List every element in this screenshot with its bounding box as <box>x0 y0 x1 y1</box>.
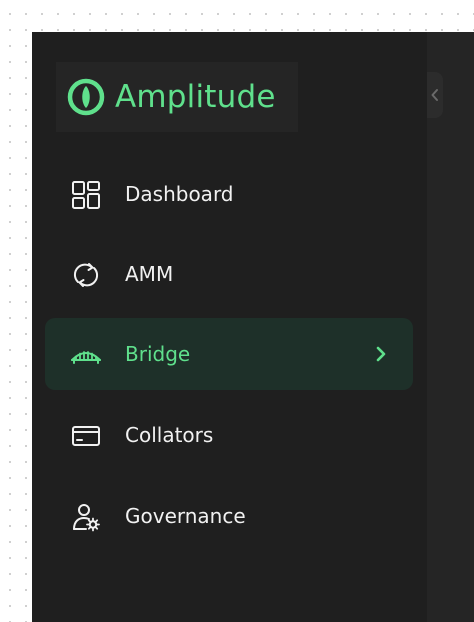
user-gear-icon <box>71 502 101 532</box>
main-content-panel <box>427 32 474 622</box>
sidebar-collapse-button[interactable] <box>427 72 443 118</box>
chevron-right-icon <box>376 346 386 362</box>
sidebar-item-bridge[interactable]: Bridge <box>45 318 413 390</box>
sidebar-item-governance[interactable]: Governance <box>45 480 413 552</box>
bridge-icon <box>71 340 101 370</box>
sidebar-item-label: Bridge <box>125 342 191 366</box>
sidebar-item-label: Collators <box>125 423 214 447</box>
app-name: Amplitude <box>115 79 276 115</box>
sidebar-item-label: AMM <box>125 262 174 286</box>
swap-refresh-icon <box>71 260 101 290</box>
sidebar-item-label: Dashboard <box>125 182 234 206</box>
sidebar-item-dashboard[interactable]: Dashboard <box>45 158 413 230</box>
sidebar-item-collators[interactable]: Collators <box>45 399 413 471</box>
card-icon <box>71 421 101 451</box>
sidebar-item-amm[interactable]: AMM <box>45 238 413 310</box>
dashboard-icon <box>71 180 101 210</box>
chevron-left-icon <box>431 89 438 101</box>
amplitude-logo-icon <box>67 78 105 116</box>
sidebar-item-label: Governance <box>125 504 246 528</box>
app-logo[interactable]: Amplitude <box>56 62 298 132</box>
